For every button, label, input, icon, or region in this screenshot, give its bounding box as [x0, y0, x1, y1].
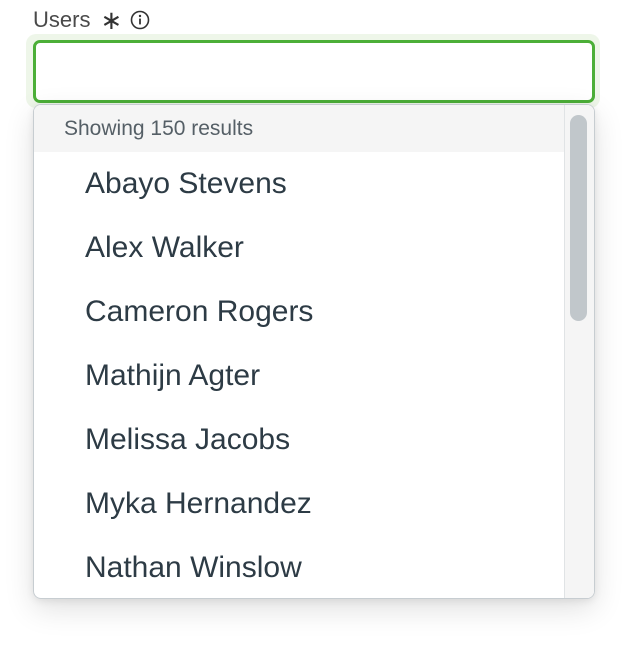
users-combobox: Users ∗ Showing 150 results Abayo Steven…	[0, 0, 628, 656]
option-melissa-jacobs[interactable]: Melissa Jacobs	[34, 408, 564, 472]
scrollbar-thumb[interactable]	[570, 115, 587, 321]
field-label-row: Users ∗	[33, 6, 150, 34]
option-mathijn-agter[interactable]: Mathijn Agter	[34, 344, 564, 408]
option-alex-walker[interactable]: Alex Walker	[34, 216, 564, 280]
users-dropdown-list: Showing 150 results Abayo Stevens Alex W…	[33, 104, 595, 599]
option-cameron-rogers[interactable]: Cameron Rogers	[34, 280, 564, 344]
option-nathan-winslow[interactable]: Nathan Winslow	[34, 536, 564, 598]
result-count-header: Showing 150 results	[34, 105, 564, 152]
option-abayo-stevens[interactable]: Abayo Stevens	[34, 152, 564, 216]
required-asterisk-icon: ∗	[100, 5, 123, 35]
users-search-input[interactable]	[33, 40, 595, 103]
info-circle-icon[interactable]	[130, 10, 150, 30]
option-myka-hernandez[interactable]: Myka Hernandez	[34, 472, 564, 536]
options-list: Abayo Stevens Alex Walker Cameron Rogers…	[34, 152, 564, 598]
scrollbar-track[interactable]	[564, 105, 594, 598]
users-label: Users	[33, 7, 91, 32]
